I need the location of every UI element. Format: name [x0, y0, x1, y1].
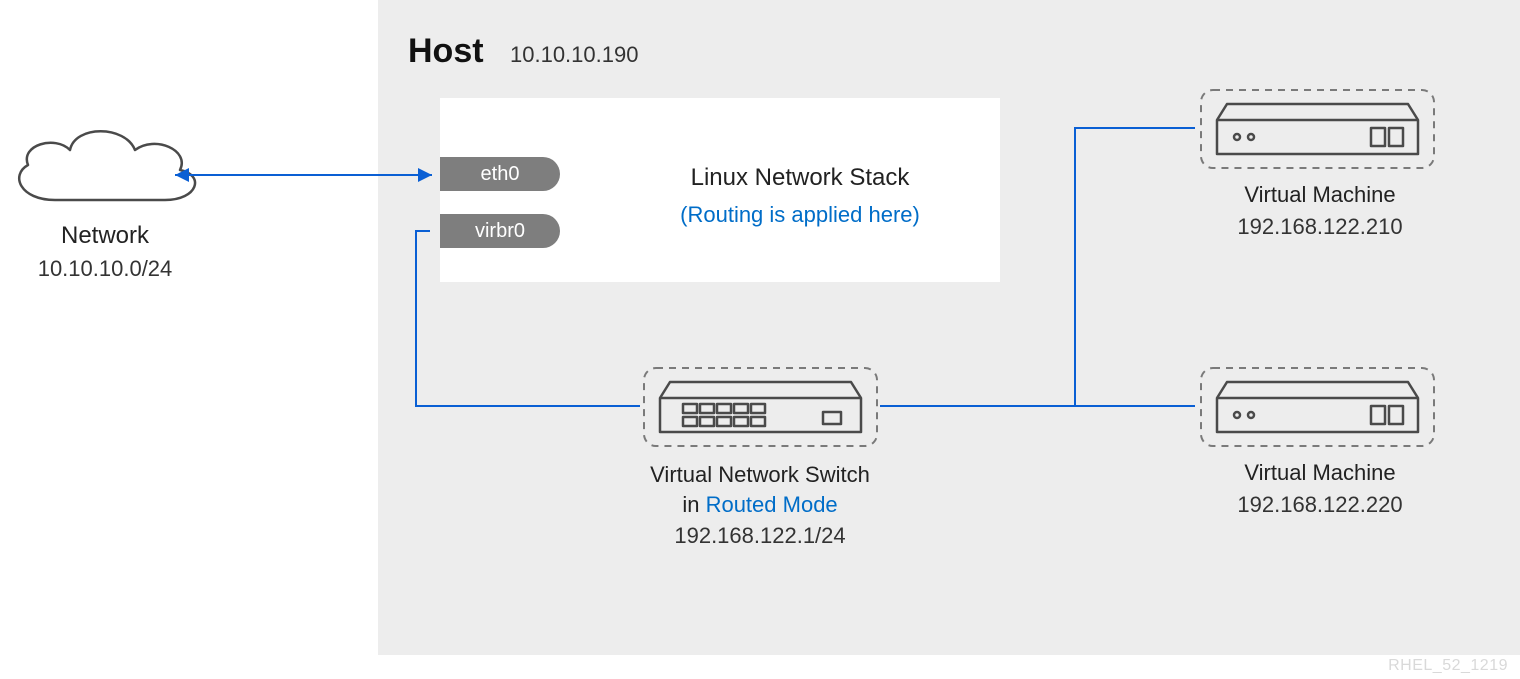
vm2-icon — [1195, 362, 1440, 452]
switch-label-line1: Virtual Network Switch — [650, 462, 870, 487]
switch-label-line2-prefix: in — [682, 492, 705, 517]
vm1-ip: 192.168.122.210 — [1170, 212, 1470, 242]
vm1-label: Virtual Machine — [1244, 182, 1395, 207]
virtual-switch-caption: Virtual Network Switch in Routed Mode 19… — [585, 460, 935, 551]
switch-mode: Routed Mode — [706, 492, 838, 517]
vm2-ip: 192.168.122.220 — [1170, 490, 1470, 520]
switch-ip: 192.168.122.1/24 — [585, 521, 935, 551]
vm1-caption: Virtual Machine 192.168.122.210 — [1170, 180, 1470, 241]
vm2-label: Virtual Machine — [1244, 460, 1395, 485]
vm1-icon — [1195, 84, 1440, 174]
virtual-switch-icon — [638, 362, 883, 452]
figure-id: RHEL_52_1219 — [1388, 657, 1508, 675]
vm2-caption: Virtual Machine 192.168.122.220 — [1170, 458, 1470, 519]
